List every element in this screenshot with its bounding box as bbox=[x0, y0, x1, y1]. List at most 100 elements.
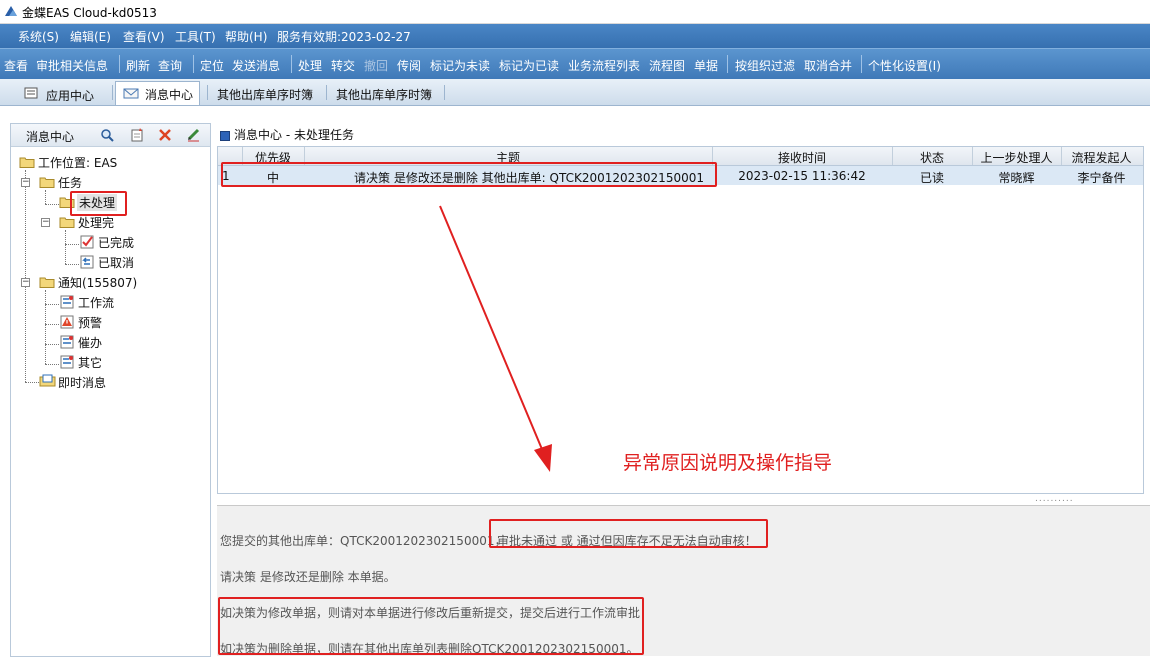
circulate-button[interactable]: 传阅 bbox=[397, 57, 421, 74]
edit-pencil-icon[interactable] bbox=[186, 127, 201, 142]
tree-item-task[interactable]: 任务 bbox=[58, 174, 82, 191]
menu-view[interactable]: 查看(V) bbox=[123, 28, 165, 45]
view-button[interactable]: 查看 bbox=[4, 57, 28, 74]
workflow-icon bbox=[60, 295, 74, 309]
process-button[interactable]: 处理 bbox=[298, 57, 322, 74]
tab-app-center[interactable]: 应用中心 bbox=[22, 82, 110, 104]
transfer-button[interactable]: 转交 bbox=[331, 57, 355, 74]
tree-line bbox=[45, 204, 59, 205]
envelope-icon bbox=[123, 88, 139, 99]
mark-unread-button[interactable]: 标记为未读 bbox=[430, 57, 490, 74]
refresh-button[interactable]: 刷新 bbox=[126, 57, 150, 74]
window-title: 金蝶EAS Cloud-kd0513 bbox=[22, 6, 157, 20]
urge-icon bbox=[60, 335, 74, 349]
personalize-button[interactable]: 个性化设置(I) bbox=[868, 57, 941, 74]
approval-info-button[interactable]: 审批相关信息 bbox=[36, 57, 108, 74]
tree-panel-title: 消息中心 bbox=[26, 130, 75, 144]
column-header-status[interactable]: 状态 bbox=[892, 149, 972, 166]
tab-other-outbound-journal-2[interactable]: 其他出库单序时簿 bbox=[336, 82, 441, 104]
tree-line bbox=[45, 290, 46, 364]
query-button[interactable]: 查询 bbox=[158, 57, 182, 74]
tree-root-label[interactable]: 工作位置: EAS bbox=[38, 154, 117, 171]
cell-prev-handler: 常晓辉 bbox=[998, 171, 1035, 185]
detail-line2: 请决策 是修改还是删除 本单据。 bbox=[220, 570, 396, 584]
tree-line bbox=[65, 244, 79, 245]
search-icon[interactable] bbox=[100, 128, 114, 142]
service-expiry: 服务有效期:2023-02-27 bbox=[277, 30, 411, 44]
highlight-box-guidance bbox=[218, 597, 644, 655]
tab-bar: 应用中心 消息中心 其他出库单序时簿 其他出库单序时簿 bbox=[0, 79, 1150, 106]
tab-message-center[interactable]: 消息中心 bbox=[115, 81, 200, 105]
tree-item-urge[interactable]: 催办 bbox=[78, 334, 102, 351]
annotation-text: 异常原因说明及操作指导 bbox=[623, 452, 833, 474]
menu-edit[interactable]: 编辑(E) bbox=[70, 28, 111, 45]
document-button[interactable]: 单据 bbox=[694, 57, 718, 74]
menu-system[interactable]: 系统(S) bbox=[18, 28, 59, 45]
new-message-icon[interactable] bbox=[130, 127, 144, 142]
tab-separator bbox=[207, 85, 208, 100]
column-header-prev-handler[interactable]: 上一步处理人 bbox=[972, 149, 1061, 166]
mark-read-button[interactable]: 标记为已读 bbox=[499, 57, 559, 74]
menu-tools[interactable]: 工具(T) bbox=[175, 28, 216, 45]
message-center-tree-panel: 消息中心 工作位置: EAS − 任务 未处理 − 处理完 已完成 已取消 − … bbox=[10, 123, 211, 657]
app-center-icon bbox=[24, 87, 38, 99]
tree-item-instant-message[interactable]: 即时消息 bbox=[58, 374, 106, 391]
process-list-button[interactable]: 业务流程列表 bbox=[568, 57, 640, 74]
cancelled-icon bbox=[80, 255, 94, 269]
folder-open-icon bbox=[39, 177, 55, 188]
tree-line bbox=[65, 230, 66, 264]
toolbar-separator bbox=[861, 55, 862, 73]
folder-open-icon bbox=[39, 277, 55, 288]
task-table: 优先级 主题 接收时间 状态 上一步处理人 流程发起人 1 中 请决策 是修改还… bbox=[217, 146, 1144, 494]
tree-line bbox=[45, 304, 59, 305]
tree-line bbox=[45, 324, 59, 325]
list-title: 消息中心 - 未处理任务 bbox=[234, 128, 354, 142]
tab-label: 应用中心 bbox=[46, 89, 95, 103]
collapse-toggle-icon[interactable]: − bbox=[41, 218, 50, 227]
cancel-merge-button[interactable]: 取消合并 bbox=[804, 57, 852, 74]
kingdee-logo-icon bbox=[5, 6, 17, 16]
cell-received-time: 2023-02-15 11:36:42 bbox=[738, 169, 866, 183]
withdraw-button[interactable]: 撤回 bbox=[364, 57, 388, 74]
tree-panel-header: 消息中心 bbox=[11, 124, 210, 147]
menu-bar: 系统(S) 编辑(E) 查看(V) 工具(T) 帮助(H) 服务有效期:2023… bbox=[0, 24, 1150, 48]
annotation-arrow bbox=[439, 205, 552, 472]
collapse-toggle-icon[interactable]: − bbox=[21, 178, 30, 187]
tree-item-cancelled[interactable]: 已取消 bbox=[98, 254, 134, 271]
tree-line bbox=[65, 264, 79, 265]
splitter[interactable]: .......... bbox=[217, 494, 1150, 504]
folder-open-icon bbox=[59, 217, 75, 228]
detail-line1-prefix: 您提交的其他出库单：QTCK2001202302150001， bbox=[220, 534, 507, 548]
tab-separator bbox=[112, 85, 113, 100]
tree-item-other[interactable]: 其它 bbox=[78, 354, 102, 371]
locate-button[interactable]: 定位 bbox=[200, 57, 224, 74]
filter-by-org-button[interactable]: 按组织过滤 bbox=[735, 57, 795, 74]
tree-item-completed[interactable]: 已完成 bbox=[98, 234, 134, 251]
tree-item-workflow[interactable]: 工作流 bbox=[78, 294, 114, 311]
send-message-button[interactable]: 发送消息 bbox=[232, 57, 280, 74]
tab-separator bbox=[326, 85, 327, 100]
tree-line bbox=[45, 364, 59, 365]
menu-help[interactable]: 帮助(H) bbox=[225, 28, 267, 45]
tree-line bbox=[45, 190, 46, 204]
completed-check-icon bbox=[80, 235, 94, 249]
tree-item-processed[interactable]: 处理完 bbox=[78, 214, 114, 231]
cell-initiator: 李宁备件 bbox=[1077, 171, 1126, 185]
column-header-received-time[interactable]: 接收时间 bbox=[712, 149, 892, 166]
list-title-bar: 消息中心 - 未处理任务 bbox=[220, 126, 354, 143]
toolbar-separator bbox=[291, 55, 292, 73]
tree-line bbox=[25, 170, 26, 382]
tree-item-warning[interactable]: 预警 bbox=[78, 314, 102, 331]
flowchart-button[interactable]: 流程图 bbox=[649, 57, 685, 74]
tab-other-outbound-journal-1[interactable]: 其他出库单序时簿 bbox=[217, 82, 322, 104]
delete-icon[interactable] bbox=[158, 128, 172, 142]
column-header-initiator[interactable]: 流程发起人 bbox=[1061, 149, 1142, 166]
tab-label: 其他出库单序时簿 bbox=[217, 88, 314, 102]
tree-item-notice[interactable]: 通知(155807) bbox=[58, 274, 137, 291]
instant-message-icon bbox=[39, 374, 56, 387]
toolbar: 查看 审批相关信息 刷新 查询 定位 发送消息 处理 转交 撤回 传阅 标记为未… bbox=[0, 48, 1150, 79]
collapse-toggle-icon[interactable]: − bbox=[21, 278, 30, 287]
folder-icon bbox=[19, 157, 35, 168]
other-icon bbox=[60, 355, 74, 369]
toolbar-separator bbox=[193, 55, 194, 73]
